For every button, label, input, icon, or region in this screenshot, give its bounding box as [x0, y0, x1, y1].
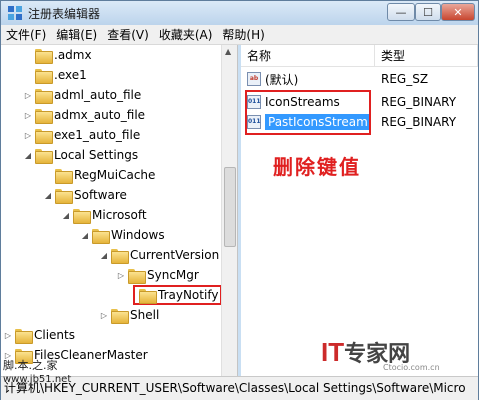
collapse-arrow-icon[interactable]: ◢ [43, 191, 53, 200]
tree-item-admx[interactable]: .admx [23, 45, 92, 65]
folder-icon [35, 48, 53, 64]
tree-item-label: Windows [111, 228, 165, 242]
collapse-arrow-icon[interactable]: ◢ [80, 231, 90, 240]
menu-bar: 文件(F) 编辑(E) 查看(V) 收藏夹(A) 帮助(H) [1, 25, 478, 45]
maximize-button[interactable]: ☐ [415, 3, 441, 21]
folder-icon [55, 188, 73, 204]
tree-item-label: admx_auto_file [54, 108, 146, 122]
menu-edit[interactable]: 编辑(E) [51, 26, 102, 44]
folder-icon [111, 308, 129, 324]
watermark-site: Ctocio.com.cn [383, 363, 440, 372]
value-type: REG_BINARY [381, 95, 457, 109]
expand-arrow-icon[interactable]: ▷ [23, 131, 33, 140]
watermark-left: 脚.本.之.家 www.jb51.net [3, 359, 71, 387]
folder-icon [55, 168, 73, 184]
minimize-button[interactable]: — [387, 3, 415, 21]
column-header-name[interactable]: 名称 [241, 45, 375, 67]
folder-icon [35, 148, 53, 164]
tree-scrollbar[interactable]: ▲ [221, 45, 237, 376]
menu-help[interactable]: 帮助(H) [217, 26, 269, 44]
tree-item-local-settings[interactable]: ◢ Local Settings [23, 145, 138, 165]
logo-it: IT [321, 337, 345, 367]
tree-item-exe1[interactable]: .exe1 [23, 65, 87, 85]
highlight-box [245, 90, 371, 135]
scroll-up-icon[interactable]: ▲ [225, 47, 231, 56]
folder-icon [111, 248, 129, 264]
tree-item-traynotify[interactable]: TrayNotify [133, 285, 223, 305]
collapse-arrow-icon[interactable]: ◢ [99, 251, 109, 260]
tree-item-windows[interactable]: ◢ Windows [80, 225, 165, 245]
tree-item-label: exe1_auto_file [54, 128, 141, 142]
tree-item-label: RegMuiCache [74, 168, 156, 182]
tree-item-label: Software [74, 188, 127, 202]
tree-item-currentversion[interactable]: ◢ CurrentVersion [99, 245, 219, 265]
expand-arrow-icon[interactable]: ▷ [3, 331, 13, 340]
tree-item-label: TrayNotify [158, 288, 219, 302]
annotation-text: 删除键值 [273, 155, 361, 179]
tree-item-label: Local Settings [54, 148, 139, 162]
folder-icon [92, 228, 110, 244]
expand-arrow-icon[interactable]: ▷ [116, 271, 126, 280]
value-type: REG_BINARY [381, 115, 457, 129]
tree-item-label: Shell [130, 308, 160, 322]
tree-item-label: Microsoft [92, 208, 147, 222]
menu-view[interactable]: 查看(V) [102, 26, 154, 44]
collapse-arrow-icon[interactable]: ◢ [23, 151, 33, 160]
folder-icon [73, 208, 91, 224]
tree-item-exe1-auto-file[interactable]: ▷ exe1_auto_file [23, 125, 140, 145]
tree-item-label: SyncMgr [147, 268, 199, 282]
registry-editor-window: 注册表编辑器 — ☐ ✕ 文件(F) 编辑(E) 查看(V) 收藏夹(A) 帮助… [0, 0, 479, 400]
close-button[interactable]: ✕ [441, 3, 475, 21]
folder-icon [35, 128, 53, 144]
column-header-type[interactable]: 类型 [375, 45, 478, 67]
title-bar[interactable]: 注册表编辑器 — ☐ ✕ [1, 1, 478, 25]
watermark-url: www.jb51.net [3, 374, 72, 385]
folder-icon [128, 268, 146, 284]
folder-icon [35, 108, 53, 124]
registry-editor-icon [8, 6, 22, 20]
folder-icon [139, 288, 157, 304]
tree-item-software[interactable]: ◢ Software [43, 185, 127, 205]
menu-file[interactable]: 文件(F) [1, 26, 51, 44]
tree-item-label: .exe1 [54, 68, 87, 82]
tree-item-label: adml_auto_file [54, 88, 142, 102]
value-row-default[interactable]: ab (默认) REG_SZ [241, 69, 478, 89]
expand-arrow-icon[interactable]: ▷ [23, 91, 33, 100]
watermark-text: 脚.本.之.家 [3, 359, 58, 372]
value-name: (默认) [265, 72, 299, 87]
tree-item-regmuicache[interactable]: RegMuiCache [43, 165, 155, 185]
values-list[interactable]: 名称 类型 ab (默认) REG_SZ 011 IconStreams REG… [241, 45, 478, 376]
collapse-arrow-icon[interactable]: ◢ [61, 211, 71, 220]
tree-item-microsoft[interactable]: ◢ Microsoft [61, 205, 147, 225]
tree-item-label: .admx [54, 48, 92, 62]
tree-item-syncmgr[interactable]: ▷ SyncMgr [116, 265, 199, 285]
folder-icon [35, 88, 53, 104]
scrollbar-thumb[interactable] [224, 167, 236, 247]
tree-item-shell[interactable]: ▷ Shell [99, 305, 159, 325]
menu-favorites[interactable]: 收藏夹(A) [154, 26, 218, 44]
tree-item-label: Clients [34, 328, 75, 342]
tree-item-adml-auto-file[interactable]: ▷ adml_auto_file [23, 85, 141, 105]
expand-arrow-icon[interactable]: ▷ [99, 311, 109, 320]
tree-item-label: CurrentVersion [130, 248, 220, 262]
value-type: REG_SZ [381, 72, 429, 86]
folder-icon [35, 68, 53, 84]
expand-arrow-icon[interactable]: ▷ [23, 111, 33, 120]
window-title: 注册表编辑器 [28, 7, 101, 21]
status-bar: 计算机\HKEY_CURRENT_USER\Software\Classes\L… [1, 376, 478, 400]
string-value-icon: ab [247, 72, 261, 86]
folder-icon [15, 328, 33, 344]
tree-item-clients[interactable]: ▷ Clients [3, 325, 75, 345]
tree-item-admx-auto-file[interactable]: ▷ admx_auto_file [23, 105, 145, 125]
registry-tree[interactable]: .admx .exe1 ▷ adml_auto_file ▷ admx_auto… [1, 45, 238, 376]
